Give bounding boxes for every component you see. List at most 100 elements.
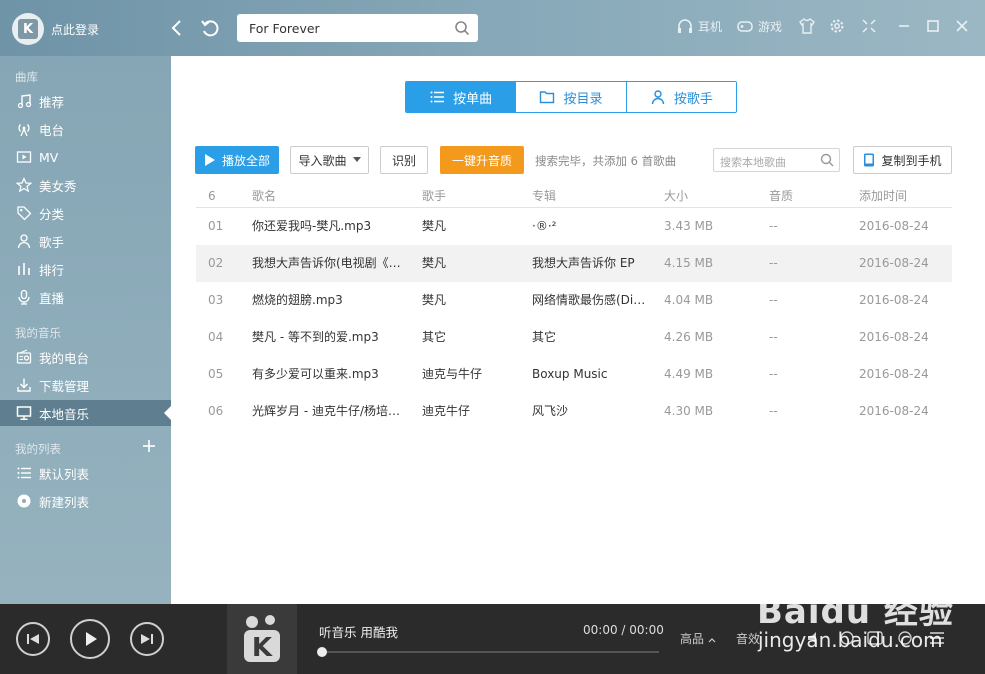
tab-by-folder[interactable]: 按目录 <box>516 82 627 112</box>
import-label: 导入歌曲 <box>298 153 347 168</box>
progress-bar[interactable] <box>317 647 659 657</box>
back-icon[interactable] <box>167 16 187 40</box>
sidebar-item-local-music[interactable]: 本地音乐 <box>0 400 171 426</box>
quality-label: 高品 <box>680 632 705 646</box>
tab-label: 按目录 <box>563 91 603 107</box>
sidebar-item-new-list[interactable]: 新建列表 <box>0 488 171 514</box>
person-icon <box>651 90 665 105</box>
refresh-icon[interactable] <box>199 16 221 40</box>
col-album[interactable]: 专辑 <box>532 184 650 208</box>
sidebar-item-radio[interactable]: 电台 <box>0 116 171 142</box>
table-row[interactable]: 05 有多少爱可以重来.mp3 迪克与牛仔 Boxup Music 4.49 M… <box>196 356 952 393</box>
song-quality: -- <box>769 293 778 307</box>
copy-to-phone-button[interactable]: 复制到手机 <box>853 146 952 174</box>
sidebar-item-live[interactable]: 直播 <box>0 284 171 310</box>
sidebar-item-label: MV <box>39 149 59 165</box>
song-quality: -- <box>769 367 778 381</box>
baidu-watermark-logo: Baidu 经验 <box>757 592 954 632</box>
song-size: 4.04 MB <box>664 293 714 307</box>
col-count[interactable]: 6 <box>208 184 238 208</box>
add-list-icon[interactable] <box>142 439 156 457</box>
search-box[interactable]: For Forever <box>237 14 478 42</box>
table-row[interactable]: 01 你还爱我吗-樊凡.mp3 樊凡 ·®·² 3.43 MB -- 2016-… <box>196 208 952 245</box>
song-artist: 樊凡 <box>422 219 447 233</box>
sidebar-item-ranking[interactable]: 排行 <box>0 256 171 282</box>
song-date: 2016-08-24 <box>859 256 929 270</box>
playback-time: 00:00 / 00:00 <box>583 623 664 637</box>
list-icon <box>17 467 31 479</box>
sidebar-item-beauty-show[interactable]: 美女秀 <box>0 172 171 198</box>
sidebar-item-default-list[interactable]: 默认列表 <box>0 460 171 486</box>
mv-icon <box>16 151 32 163</box>
song-name: 光辉岁月 - 迪克牛仔/杨培… <box>252 404 401 418</box>
progress-knob[interactable] <box>317 647 327 657</box>
maximize-button[interactable] <box>924 17 942 35</box>
previous-icon <box>27 634 39 644</box>
col-date[interactable]: 添加时间 <box>859 184 949 208</box>
tab-by-song[interactable]: 按单曲 <box>406 82 517 112</box>
col-artist[interactable]: 歌手 <box>422 184 517 208</box>
song-name: 你还爱我吗-樊凡.mp3 <box>252 219 372 233</box>
table-row[interactable]: 06 光辉岁月 - 迪克牛仔/杨培… 迪克牛仔 风飞沙 4.30 MB -- 2… <box>196 393 952 430</box>
upgrade-quality-button[interactable]: 一键升音质 <box>440 146 524 174</box>
sidebar-item-my-radio[interactable]: 我的电台 <box>0 344 171 370</box>
close-button[interactable] <box>953 17 971 35</box>
import-songs-button[interactable]: 导入歌曲 <box>290 146 369 174</box>
row-number: 01 <box>208 219 224 233</box>
sidebar-item-downloads[interactable]: 下载管理 <box>0 372 171 398</box>
minimize-button[interactable] <box>895 17 913 35</box>
song-size: 3.43 MB <box>664 219 714 233</box>
skin-button[interactable] <box>798 17 816 35</box>
previous-button[interactable] <box>16 622 50 656</box>
sidebar-item-singer[interactable]: 歌手 <box>0 228 171 254</box>
my-music-section-title: 我的音乐 <box>15 326 61 340</box>
radio-icon <box>18 124 30 137</box>
star-icon <box>16 177 32 193</box>
search-icon[interactable] <box>454 20 470 36</box>
album-cover[interactable]: K <box>227 604 297 674</box>
monitor-icon <box>16 406 32 420</box>
table-row[interactable]: 02 我想大声告诉你(电视剧《… 樊凡 我想大声告诉你 EP 4.15 MB -… <box>196 245 952 282</box>
title-bar: K 点此登录 For Forever 耳机 游戏 <box>0 0 985 56</box>
song-album: ·®·² <box>532 219 557 233</box>
table-row[interactable]: 03 燃烧的翅膀.mp3 樊凡 网络情歌最伤感(Di… 4.04 MB -- 2… <box>196 282 952 319</box>
quality-selector[interactable]: 高品 <box>680 630 716 647</box>
next-button[interactable] <box>130 622 164 656</box>
row-number: 03 <box>208 293 224 307</box>
play-all-button[interactable]: 播放全部 <box>195 146 279 174</box>
song-name: 有多少爱可以重来.mp3 <box>252 367 379 381</box>
user-avatar[interactable]: K <box>12 13 44 45</box>
headphone-mode[interactable]: 耳机 <box>676 17 722 35</box>
login-link[interactable]: 点此登录 <box>51 21 99 38</box>
mini-mode-button[interactable] <box>860 17 878 35</box>
headphone-icon <box>678 19 692 33</box>
row-number: 06 <box>208 404 224 418</box>
sidebar-item-category[interactable]: 分类 <box>0 200 171 226</box>
settings-button[interactable] <box>828 17 846 35</box>
sidebar-item-recommend[interactable]: 推荐 <box>0 88 171 114</box>
song-artist: 其它 <box>422 330 447 344</box>
shirt-icon <box>799 18 815 34</box>
minimize-icon <box>899 25 909 27</box>
active-indicator <box>164 406 171 420</box>
row-number: 05 <box>208 367 224 381</box>
sidebar-item-label: 歌手 <box>39 234 65 250</box>
table-row[interactable]: 04 樊凡 - 等不到的爱.mp3 其它 其它 4.26 MB -- 2016-… <box>196 319 952 356</box>
search-icon[interactable] <box>820 153 834 167</box>
col-size[interactable]: 大小 <box>664 184 744 208</box>
local-search-input[interactable]: 搜索本地歌曲 <box>713 148 840 172</box>
col-quality[interactable]: 音质 <box>769 184 829 208</box>
song-quality: -- <box>769 256 778 270</box>
play-button[interactable] <box>70 619 110 659</box>
identify-button[interactable]: 识别 <box>380 146 428 174</box>
col-name[interactable]: 歌名 <box>252 184 407 208</box>
tab-by-singer[interactable]: 按歌手 <box>626 82 736 112</box>
search-input[interactable]: For Forever <box>249 21 320 36</box>
play-all-label: 播放全部 <box>221 153 270 168</box>
sidebar-item-mv[interactable]: MV <box>0 144 171 170</box>
song-date: 2016-08-24 <box>859 293 929 307</box>
game-mode[interactable]: 游戏 <box>736 17 782 35</box>
disc-icon <box>17 494 31 508</box>
play-icon <box>86 632 97 646</box>
game-label: 游戏 <box>758 19 783 34</box>
